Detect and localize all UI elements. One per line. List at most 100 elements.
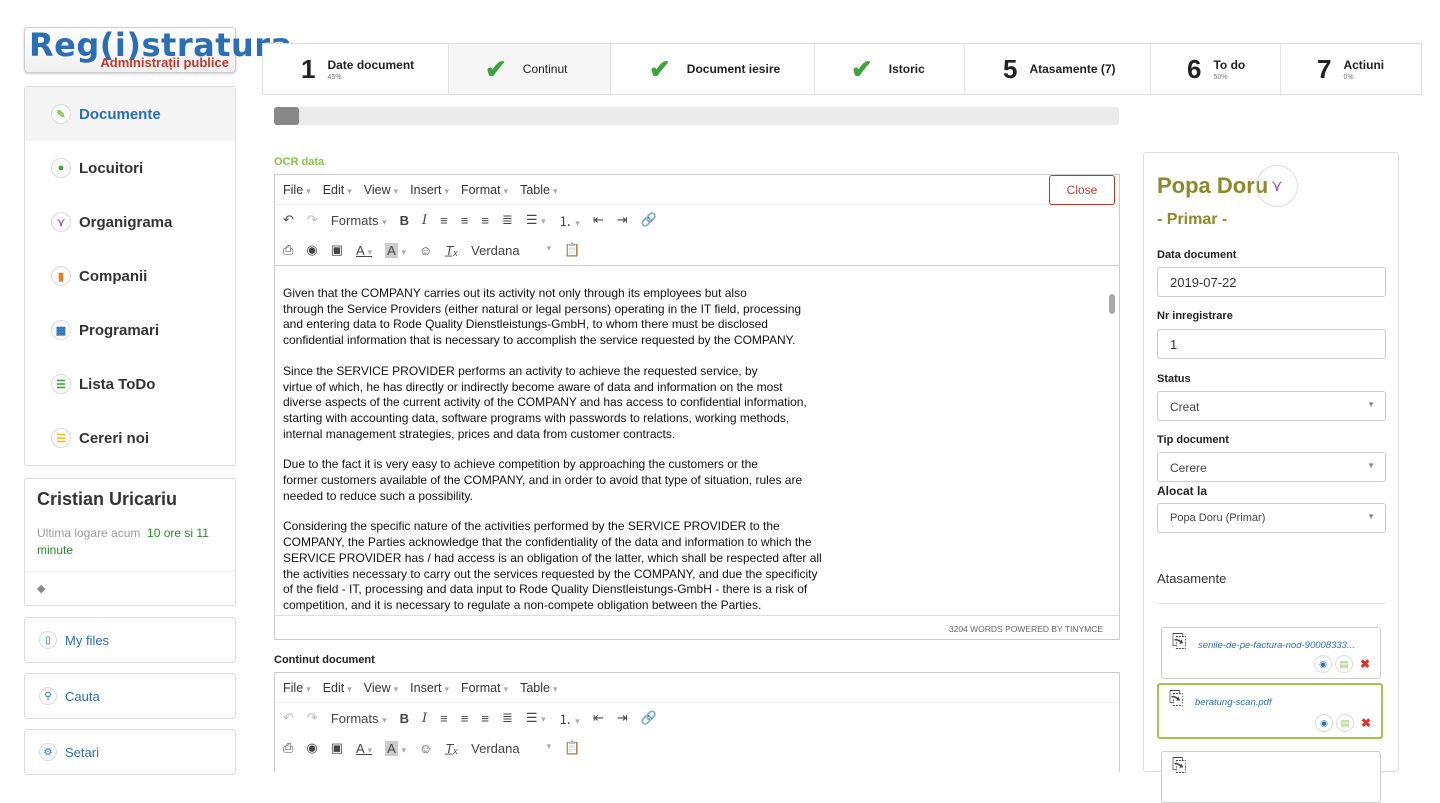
bullet-list-icon[interactable]: ☰ ▾ [526, 710, 546, 726]
bold-icon[interactable]: B [400, 213, 409, 228]
text-color-icon[interactable]: A ▾ [356, 741, 372, 756]
attachment-name[interactable]: beratung-scan.pdf [1195, 697, 1375, 708]
italic-icon[interactable]: I [422, 213, 427, 228]
view-icon[interactable]: ◉ [1314, 655, 1332, 673]
document-icon[interactable]: ▤ [1336, 714, 1354, 732]
ocr-paragraph: Since the SERVICE PROVIDER performs an a… [283, 363, 807, 441]
sidebar-item-programari[interactable]: ▦ Programari [25, 303, 235, 357]
outdent-icon[interactable]: ⇤ [593, 212, 604, 228]
step-todo[interactable]: 6 To do 50% [1151, 44, 1281, 94]
ocr-toolbar-1: ↶ ↷ Formats ▾ B I ≡ ≡ ≡ ≣ ☰ ▾ ⒈ ▾ ⇤ ⇥ 🔗 [275, 205, 1119, 235]
bold-icon[interactable]: B [400, 711, 409, 726]
sidebar-item-lista-todo[interactable]: ☰ Lista ToDo [25, 357, 235, 411]
sidebar-item-companii[interactable]: ▮ Companii [25, 249, 235, 303]
nr-field[interactable]: 1 [1157, 329, 1386, 359]
numbered-list-icon[interactable]: ⒈ ▾ [559, 211, 580, 230]
formats-dropdown[interactable]: Formats ▾ [331, 213, 387, 228]
indent-icon[interactable]: ⇥ [617, 212, 628, 228]
indent-icon[interactable]: ⇥ [617, 710, 628, 726]
attachment-item[interactable]: ⎘ [1161, 751, 1381, 803]
align-center-icon[interactable]: ≡ [461, 213, 469, 228]
align-justify-icon[interactable]: ≣ [502, 212, 513, 228]
preview-icon[interactable]: ◉ [306, 242, 317, 258]
step-atasamente[interactable]: 5 Atasamente (7) [965, 44, 1151, 94]
alocat-select[interactable]: Popa Doru (Primar) ▼ [1157, 503, 1386, 533]
menu-file[interactable]: File ▾ [283, 681, 311, 695]
attachment-name[interactable]: seriile-de-pe-factura-nod-90008333... [1198, 640, 1378, 651]
step-label: Document iesire [686, 62, 781, 76]
my-files-button[interactable]: ▯ My files [24, 617, 236, 663]
undo-icon[interactable]: ↶ [283, 710, 294, 726]
sidebar-item-cereri-noi[interactable]: ☰ Cereri noi [25, 411, 235, 465]
menu-file[interactable]: File ▾ [283, 183, 311, 197]
tag-icon[interactable]: ◆ [25, 571, 235, 605]
clear-format-icon[interactable]: T̲ₓ [445, 741, 458, 756]
media-icon[interactable]: ▣ [331, 242, 343, 258]
menu-view[interactable]: View ▾ [364, 681, 398, 695]
print-icon[interactable]: ⎙ [283, 242, 293, 258]
step-date-document[interactable]: 1 Date document 45% [263, 44, 449, 94]
menu-format[interactable]: Format ▾ [461, 183, 508, 197]
sidebar-item-documente[interactable]: ✎ Documente [25, 87, 235, 141]
bg-color-icon[interactable]: A ▾ [385, 740, 406, 756]
undo-icon[interactable]: ↶ [283, 212, 294, 228]
close-button[interactable]: Close [1049, 175, 1115, 205]
scrollbar-thumb[interactable] [1109, 294, 1115, 314]
ocr-content[interactable]: Given that the COMPANY carries out its a… [275, 265, 1119, 615]
clear-format-icon[interactable]: T̲ₓ [445, 243, 458, 258]
delete-icon[interactable]: ✖ [1357, 714, 1375, 732]
step-continut[interactable]: ✔ Continut [449, 44, 611, 94]
align-left-icon[interactable]: ≡ [440, 711, 448, 726]
print-icon[interactable]: ⎙ [283, 740, 293, 756]
paste-icon[interactable]: 📋 [564, 740, 580, 756]
status-select[interactable]: Creat ▼ [1157, 391, 1386, 421]
delete-icon[interactable]: ✖ [1356, 655, 1374, 673]
menu-view[interactable]: View ▾ [364, 183, 398, 197]
date-field[interactable]: 2019-07-22 [1157, 267, 1386, 297]
bullet-list-icon[interactable]: ☰ ▾ [526, 212, 546, 228]
sidebar-item-organigrama[interactable]: ⋎ Organigrama [25, 195, 235, 249]
paste-icon[interactable]: 📋 [564, 242, 580, 258]
media-icon[interactable]: ▣ [331, 740, 343, 756]
continut-editor: File ▾ Edit ▾ View ▾ Insert ▾ Format ▾ Table ▾… [274, 672, 1120, 772]
align-left-icon[interactable]: ≡ [440, 213, 448, 228]
align-center-icon[interactable]: ≡ [461, 711, 469, 726]
align-justify-icon[interactable]: ≣ [502, 710, 513, 726]
menu-format[interactable]: Format ▾ [461, 681, 508, 695]
link-icon[interactable]: 🔗 [641, 212, 657, 228]
emoji-icon[interactable]: ☺ [419, 741, 432, 756]
step-istoric[interactable]: ✔ Istoric [815, 44, 965, 94]
attachment-item[interactable]: ⎘ beratung-scan.pdf ◉ ▤ ✖ [1157, 683, 1383, 739]
font-select[interactable]: Verdana ▾ [471, 741, 551, 756]
step-actiuni[interactable]: 7 Actiuni 0% [1281, 44, 1421, 94]
outdent-icon[interactable]: ⇤ [593, 710, 604, 726]
emoji-icon[interactable]: ☺ [419, 243, 432, 258]
menu-edit[interactable]: Edit ▾ [323, 183, 352, 197]
menu-edit[interactable]: Edit ▾ [323, 681, 352, 695]
redo-icon[interactable]: ↷ [307, 710, 318, 726]
sidebar-item-locuitori[interactable]: ● Locuitori [25, 141, 235, 195]
setari-button[interactable]: ⚙ Setari [24, 729, 236, 775]
attachment-item[interactable]: ⎘ seriile-de-pe-factura-nod-90008333... … [1161, 627, 1381, 679]
preview-icon[interactable]: ◉ [306, 740, 317, 756]
formats-dropdown[interactable]: Formats ▾ [331, 711, 387, 726]
link-icon[interactable]: 🔗 [641, 710, 657, 726]
font-select[interactable]: Verdana ▾ [471, 243, 551, 258]
align-right-icon[interactable]: ≡ [481, 213, 489, 228]
menu-insert[interactable]: Insert ▾ [410, 183, 449, 197]
menu-table[interactable]: Table ▾ [520, 183, 557, 197]
view-icon[interactable]: ◉ [1315, 714, 1333, 732]
italic-icon[interactable]: I [422, 711, 427, 726]
app-logo[interactable]: Reg(i)stratura Administrații publice [24, 26, 292, 73]
bg-color-icon[interactable]: A ▾ [385, 242, 406, 258]
menu-insert[interactable]: Insert ▾ [410, 681, 449, 695]
numbered-list-icon[interactable]: ⒈ ▾ [559, 709, 580, 728]
redo-icon[interactable]: ↷ [307, 212, 318, 228]
step-document-iesire[interactable]: ✔ Document iesire [611, 44, 815, 94]
align-right-icon[interactable]: ≡ [481, 711, 489, 726]
cauta-button[interactable]: ⚲ Cauta [24, 673, 236, 719]
tip-select[interactable]: Cerere ▼ [1157, 452, 1386, 482]
menu-table[interactable]: Table ▾ [520, 681, 557, 695]
document-icon[interactable]: ▤ [1335, 655, 1353, 673]
text-color-icon[interactable]: A ▾ [356, 243, 372, 258]
